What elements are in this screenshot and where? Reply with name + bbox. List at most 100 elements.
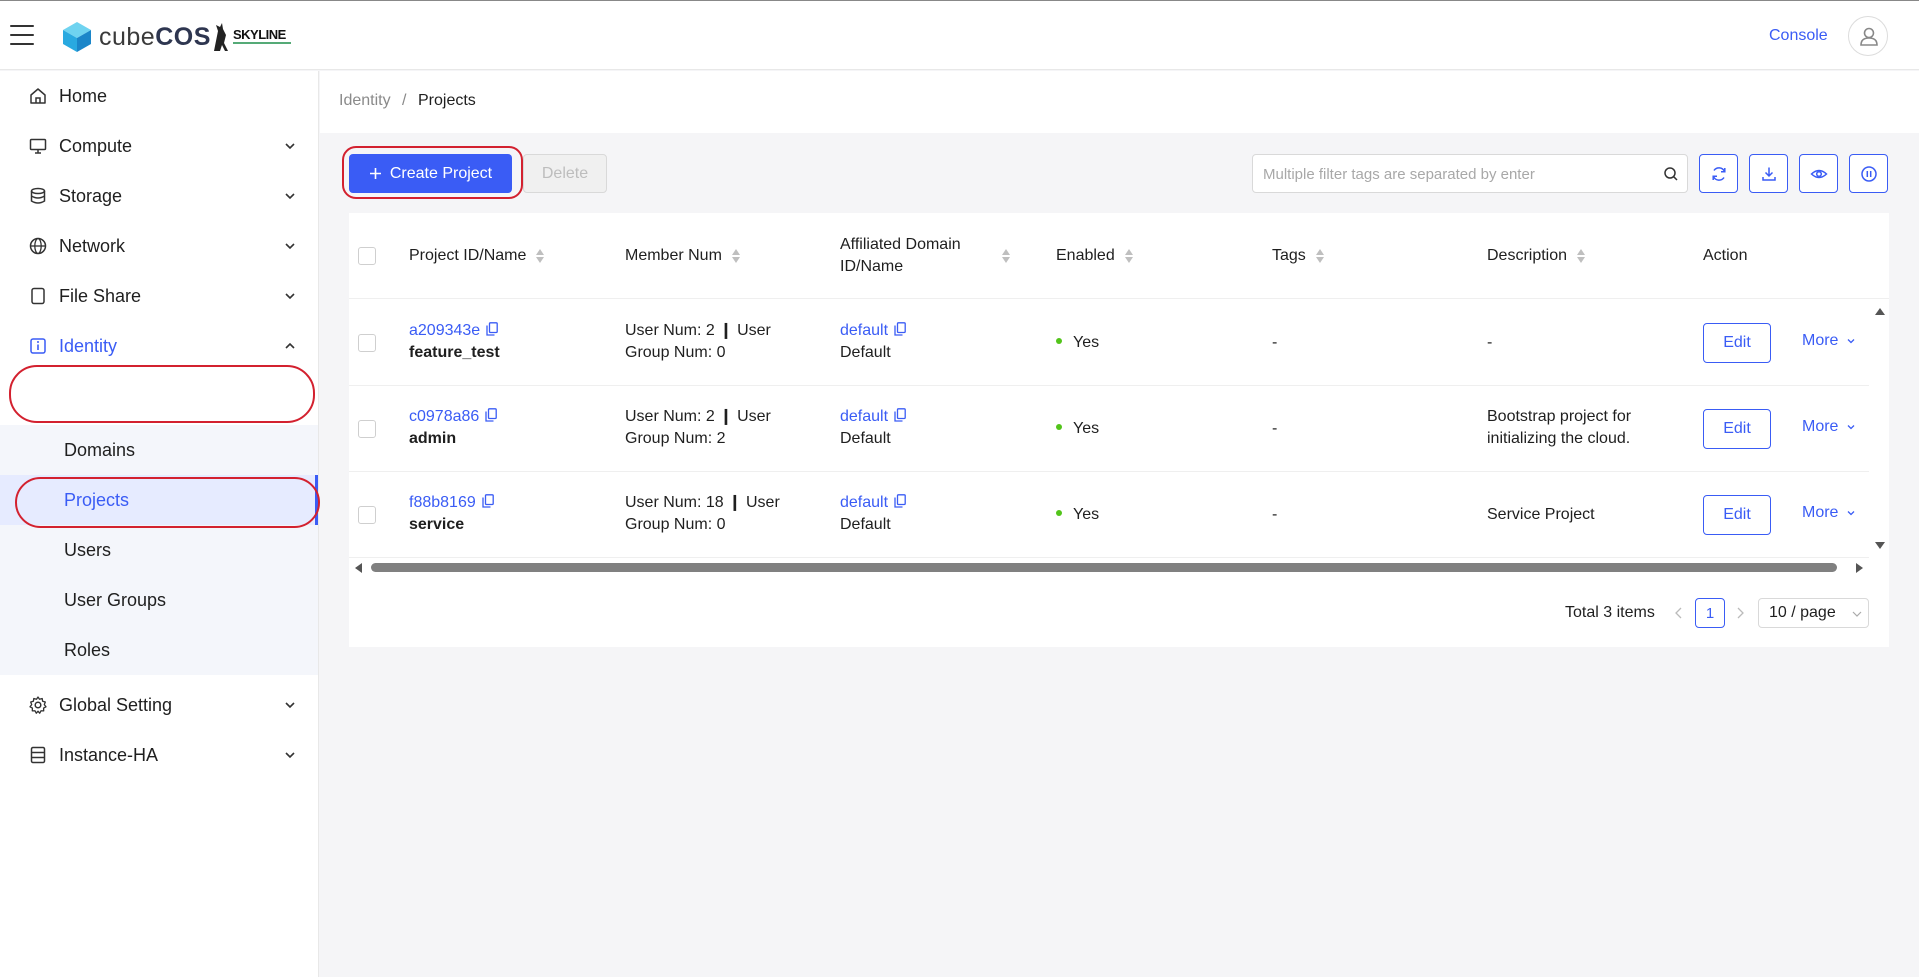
search-box	[1252, 154, 1688, 193]
chevron-up-icon	[285, 342, 295, 349]
page-number[interactable]: 1	[1695, 598, 1725, 628]
column-header-enabled[interactable]: Enabled	[1056, 245, 1134, 267]
column-header-domain[interactable]: Affiliated Domain ID/Name	[840, 234, 961, 278]
partner-logo-text: SKYLINE	[233, 27, 286, 42]
next-page-icon[interactable]	[1735, 607, 1745, 619]
sidebar-item-identity[interactable]: Identity	[0, 321, 318, 371]
domain-id-link[interactable]: default	[840, 494, 888, 511]
member-users: User Num: 2 ❙ User	[625, 322, 771, 339]
tags-value: -	[1272, 334, 1278, 351]
project-id-link[interactable]: c0978a86	[409, 408, 479, 425]
copy-icon[interactable]	[894, 408, 906, 422]
sort-icon[interactable]	[731, 248, 741, 264]
row-checkbox[interactable]	[358, 506, 376, 524]
page-size-select[interactable]: 10 / page	[1758, 598, 1869, 628]
chevron-down-icon	[1847, 425, 1855, 430]
horizontal-scrollbar[interactable]	[349, 559, 1889, 577]
sidebar-item-label: Instance-HA	[59, 744, 159, 765]
sort-icon[interactable]	[536, 248, 545, 264]
sidebar-subitem-label: User Groups	[64, 589, 167, 610]
column-header-label: Member Num	[625, 247, 722, 264]
more-dropdown[interactable]: More	[1802, 418, 1856, 436]
sidebar-item-label: Storage	[59, 185, 123, 206]
status-dot	[1056, 424, 1062, 430]
breadcrumb: Identity / Projects	[320, 71, 1919, 133]
download-button[interactable]	[1749, 154, 1788, 193]
brand-logo[interactable]: cubeCOS	[99, 23, 211, 52]
copy-icon[interactable]	[894, 494, 906, 508]
sidebar-subitem-user-groups[interactable]: User Groups	[0, 575, 318, 625]
sidebar-item-global-setting[interactable]: Global Setting	[0, 680, 318, 730]
pagination-total: Total 3 items	[1565, 604, 1655, 621]
status-dot	[1056, 338, 1062, 344]
sidebar-item-label: Network	[59, 235, 126, 256]
refresh-button[interactable]	[1699, 154, 1738, 193]
copy-icon[interactable]	[894, 322, 906, 336]
sidebar-item-home[interactable]: Home	[0, 71, 318, 121]
search-input[interactable]	[1263, 163, 1643, 185]
breadcrumb-projects: Projects	[418, 92, 476, 109]
sidebar-item-file-share[interactable]: File Share	[0, 271, 318, 321]
sidebar-subitem-label: Projects	[64, 489, 130, 510]
sidebar-subitem-roles[interactable]: Roles	[0, 625, 318, 675]
sidebar-subitem-projects[interactable]: Projects	[0, 475, 318, 525]
search-icon[interactable]	[1663, 166, 1679, 182]
cube-logo-icon	[63, 22, 91, 52]
scroll-up-arrow-icon[interactable]	[1874, 306, 1886, 316]
scrollbar-thumb[interactable]	[371, 563, 1837, 572]
column-header-project-id[interactable]: Project ID/Name	[409, 245, 545, 267]
domain-name: Default	[840, 430, 891, 447]
copy-icon[interactable]	[486, 322, 499, 336]
delete-button[interactable]: Delete	[523, 154, 607, 193]
download-icon	[1761, 167, 1776, 181]
select-all-checkbox[interactable]	[358, 247, 376, 265]
edit-button[interactable]: Edit	[1703, 409, 1771, 449]
create-project-button[interactable]: Create Project	[349, 154, 512, 193]
prev-page-icon[interactable]	[1674, 607, 1684, 619]
column-header-tags[interactable]: Tags	[1272, 245, 1325, 267]
column-header-label: Action	[1703, 247, 1748, 264]
project-id-link[interactable]: f88b8169	[409, 494, 476, 511]
file-icon	[31, 287, 45, 305]
scroll-right-arrow-icon[interactable]	[1854, 563, 1864, 573]
info-icon	[30, 338, 46, 354]
scroll-left-arrow-icon[interactable]	[354, 563, 364, 573]
sort-icon[interactable]	[1315, 248, 1325, 264]
row-checkbox[interactable]	[358, 334, 376, 352]
column-visibility-button[interactable]	[1799, 154, 1838, 193]
more-dropdown[interactable]: More	[1802, 504, 1856, 522]
sidebar-item-compute[interactable]: Compute	[0, 121, 318, 171]
sidebar-item-instance-ha[interactable]: Instance-HA	[0, 730, 318, 780]
column-header-member-num[interactable]: Member Num	[625, 245, 741, 267]
sort-icon[interactable]	[1577, 248, 1586, 264]
scroll-down-arrow-icon[interactable]	[1874, 541, 1886, 551]
copy-icon[interactable]	[482, 494, 494, 508]
sidebar-subitem-domains[interactable]: Domains	[0, 425, 318, 475]
row-checkbox[interactable]	[358, 420, 376, 438]
more-dropdown[interactable]: More	[1802, 332, 1856, 350]
database-icon	[30, 187, 46, 204]
domain-id-link[interactable]: default	[840, 408, 888, 425]
sidebar-subitem-users[interactable]: Users	[0, 525, 318, 575]
user-avatar[interactable]	[1848, 16, 1888, 56]
domain-id-link[interactable]: default	[840, 322, 888, 339]
column-header-description[interactable]: Description	[1487, 245, 1586, 267]
column-header-label: Affiliated Domain	[840, 236, 961, 253]
member-users: User Num: 2 ❙ User	[625, 408, 771, 425]
project-name: admin	[409, 430, 457, 447]
auto-refresh-pause-button[interactable]	[1849, 154, 1888, 193]
project-id-link[interactable]: a209343e	[409, 322, 480, 339]
sidebar-item-network[interactable]: Network	[0, 221, 318, 271]
sort-icon[interactable]	[1124, 248, 1134, 264]
edit-button[interactable]: Edit	[1703, 495, 1771, 535]
breadcrumb-identity[interactable]: Identity	[339, 92, 391, 110]
menu-toggle-icon[interactable]	[10, 25, 34, 45]
description-value: -	[1487, 334, 1493, 351]
edit-button[interactable]: Edit	[1703, 323, 1771, 363]
copy-icon[interactable]	[485, 408, 498, 422]
sort-icon[interactable]	[1002, 248, 1011, 264]
sidebar-item-storage[interactable]: Storage	[0, 171, 318, 221]
projects-table-card: Project ID/Name Member Num Affiliated Do…	[349, 213, 1889, 647]
console-link[interactable]: Console	[1769, 27, 1828, 45]
table-row: a209343e feature_test User Num: 2 ❙ User…	[349, 300, 1869, 386]
